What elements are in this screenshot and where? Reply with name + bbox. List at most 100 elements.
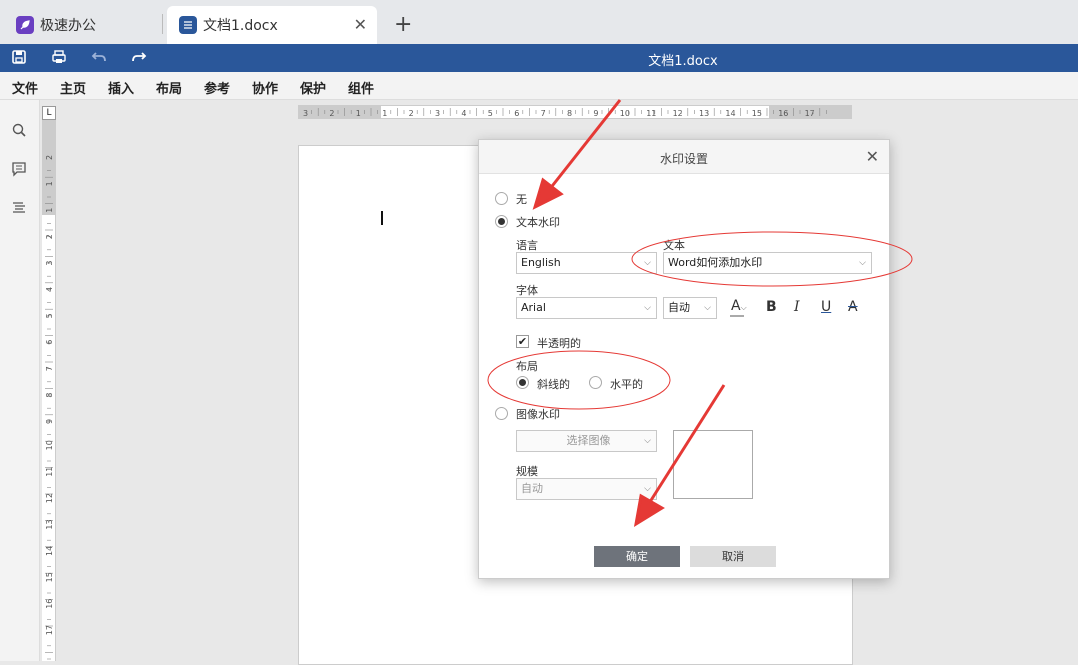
ruler-tick-label: 17 <box>45 625 54 635</box>
ruler-tick-label: 6 <box>514 109 519 118</box>
chevron-down-icon: ⌵ <box>644 436 651 446</box>
select-image-button[interactable]: 选择图像 ⌵ <box>516 430 657 452</box>
menu-references[interactable]: 参考 <box>204 78 230 97</box>
ruler-tick-label: 16 <box>45 599 54 609</box>
font-size-select[interactable]: 自动 ⌵ <box>663 297 717 319</box>
ruler-tick-label: 2 <box>45 155 54 160</box>
ruler-tick-label: 5 <box>45 313 54 318</box>
ruler-tick-label: 1 <box>356 109 361 118</box>
ruler-tick-label: 2 <box>409 109 414 118</box>
ruler-tick-label: 11 <box>45 467 54 477</box>
outline-icon[interactable] <box>11 200 29 218</box>
text-label: 文本 <box>663 239 685 252</box>
chevron-down-icon: ⌵ <box>859 258 866 268</box>
bold-icon[interactable]: B <box>766 299 777 315</box>
new-tab-button[interactable]: + <box>394 12 412 37</box>
ruler-tick-label: 8 <box>45 393 54 398</box>
radio-horizontal[interactable] <box>589 376 602 389</box>
semi-transparent-label: 半透明的 <box>537 337 581 350</box>
ruler-tick-label: 13 <box>45 519 54 529</box>
italic-icon[interactable]: I <box>794 299 800 315</box>
horizontal-label: 水平的 <box>610 378 643 391</box>
strikethrough-icon[interactable]: A <box>848 299 858 315</box>
watermark-text-value: Word如何添加水印 <box>668 256 763 269</box>
chevron-down-icon: ⌵ <box>704 303 711 313</box>
scale-select[interactable]: 自动 ⌵ <box>516 478 657 500</box>
cancel-button[interactable]: 取消 <box>690 546 776 567</box>
comment-icon[interactable] <box>11 161 29 179</box>
ruler-tick-label: 8 <box>567 109 572 118</box>
left-sidebar <box>0 100 40 661</box>
ruler-tick-label: 1 <box>45 208 54 213</box>
ruler-tick-label: 1 <box>45 181 54 186</box>
menu-insert[interactable]: 插入 <box>108 78 134 97</box>
menu-collaborate[interactable]: 协作 <box>252 78 278 97</box>
radio-diagonal[interactable] <box>516 376 529 389</box>
ruler-ticks: 3 2 1 1 2 3 4 5 6 7 8 9 10 11 12 13 14 15 16 17 <box>303 108 827 118</box>
ruler-ticks: 211234567891011121314151617 <box>45 155 54 660</box>
ok-button[interactable]: 确定 <box>594 546 680 567</box>
menu-bar: 文件 主页 插入 布局 参考 协作 保护 组件 <box>0 72 1078 100</box>
semi-transparent-checkbox[interactable]: ✔ <box>516 335 529 348</box>
menu-file[interactable]: 文件 <box>12 78 38 97</box>
layout-label: 布局 <box>516 360 538 373</box>
menu-protect[interactable]: 保护 <box>300 78 326 97</box>
radio-none[interactable] <box>495 192 508 205</box>
ruler-tick-label: 3 <box>45 261 54 266</box>
font-label: 字体 <box>516 284 538 297</box>
watermark-text-input[interactable]: Word如何添加水印 ⌵ <box>663 252 872 274</box>
vertical-ruler[interactable]: 2 1 1 2 3 4 5 6 7 8 9 10 11 12 13 14 15 16 17 <box>42 120 56 661</box>
font-color-icon[interactable]: A⌵ <box>731 298 747 314</box>
ruler-tick-label: 3 <box>435 109 440 118</box>
ruler-tick-label: 9 <box>593 109 598 118</box>
chevron-down-icon: ⌵ <box>644 258 651 268</box>
ruler-tick-label: 15 <box>45 572 54 582</box>
ruler-tick-label: 9 <box>45 419 54 424</box>
ruler-tick-label: 1 <box>382 109 387 118</box>
close-icon[interactable]: ✕ <box>866 147 879 166</box>
text-cursor <box>381 211 383 225</box>
tab-stop-selector[interactable]: L <box>42 106 56 120</box>
menu-home[interactable]: 主页 <box>60 78 86 97</box>
menu-layout[interactable]: 布局 <box>156 78 182 97</box>
rocket-icon <box>16 16 34 34</box>
tab-bar: 极速办公 文档1.docx ✕ + <box>0 0 1078 44</box>
horizontal-ruler[interactable]: 3 2 1 1 2 3 4 5 6 7 8 9 10 11 12 13 14 15 16 17 <box>298 105 852 119</box>
none-label: 无 <box>516 193 527 206</box>
ruler-tick-label: 12 <box>45 493 54 503</box>
select-image-label: 选择图像 <box>566 434 611 447</box>
ruler-tick-label: 6 <box>45 340 54 345</box>
title-bar: 文档1.docx <box>0 44 1078 72</box>
radio-image-watermark[interactable] <box>495 407 508 420</box>
document-icon <box>179 16 197 34</box>
tab-document[interactable]: 文档1.docx ✕ <box>167 6 377 44</box>
image-preview <box>673 430 753 499</box>
ruler-tick-label: 5 <box>488 109 493 118</box>
ruler-tick-label: 7 <box>45 366 54 371</box>
menu-plugins[interactable]: 组件 <box>348 78 374 97</box>
close-icon[interactable]: ✕ <box>354 15 367 34</box>
ruler-tick-label: 14 <box>45 546 54 556</box>
image-watermark-label: 图像水印 <box>516 408 560 421</box>
font-value: Arial <box>521 301 546 314</box>
font-select[interactable]: Arial ⌵ <box>516 297 657 319</box>
document-title: 文档1.docx <box>648 54 718 69</box>
ruler-tick-label: 3 <box>303 109 308 118</box>
ruler-tick-label: 4 <box>461 109 466 118</box>
search-icon[interactable] <box>11 122 29 140</box>
underline-icon[interactable]: U <box>821 299 831 315</box>
scale-value: 自动 <box>521 482 543 495</box>
language-select[interactable]: English ⌵ <box>516 252 657 274</box>
dialog-title: 水印设置 <box>659 152 708 166</box>
text-watermark-label: 文本水印 <box>516 216 560 229</box>
radio-text-watermark[interactable] <box>495 215 508 228</box>
ruler-tick-label: 2 <box>329 109 334 118</box>
diagonal-label: 斜线的 <box>537 378 570 391</box>
dialog-header: 水印设置 ✕ <box>479 140 889 174</box>
tab-home[interactable]: 极速办公 <box>4 6 154 44</box>
language-label: 语言 <box>516 239 538 252</box>
tab-label: 文档1.docx <box>203 18 278 34</box>
ruler-tick-label: 10 <box>45 440 54 450</box>
ruler-tick-label: 7 <box>541 109 546 118</box>
chevron-down-icon: ⌵ <box>644 484 651 494</box>
